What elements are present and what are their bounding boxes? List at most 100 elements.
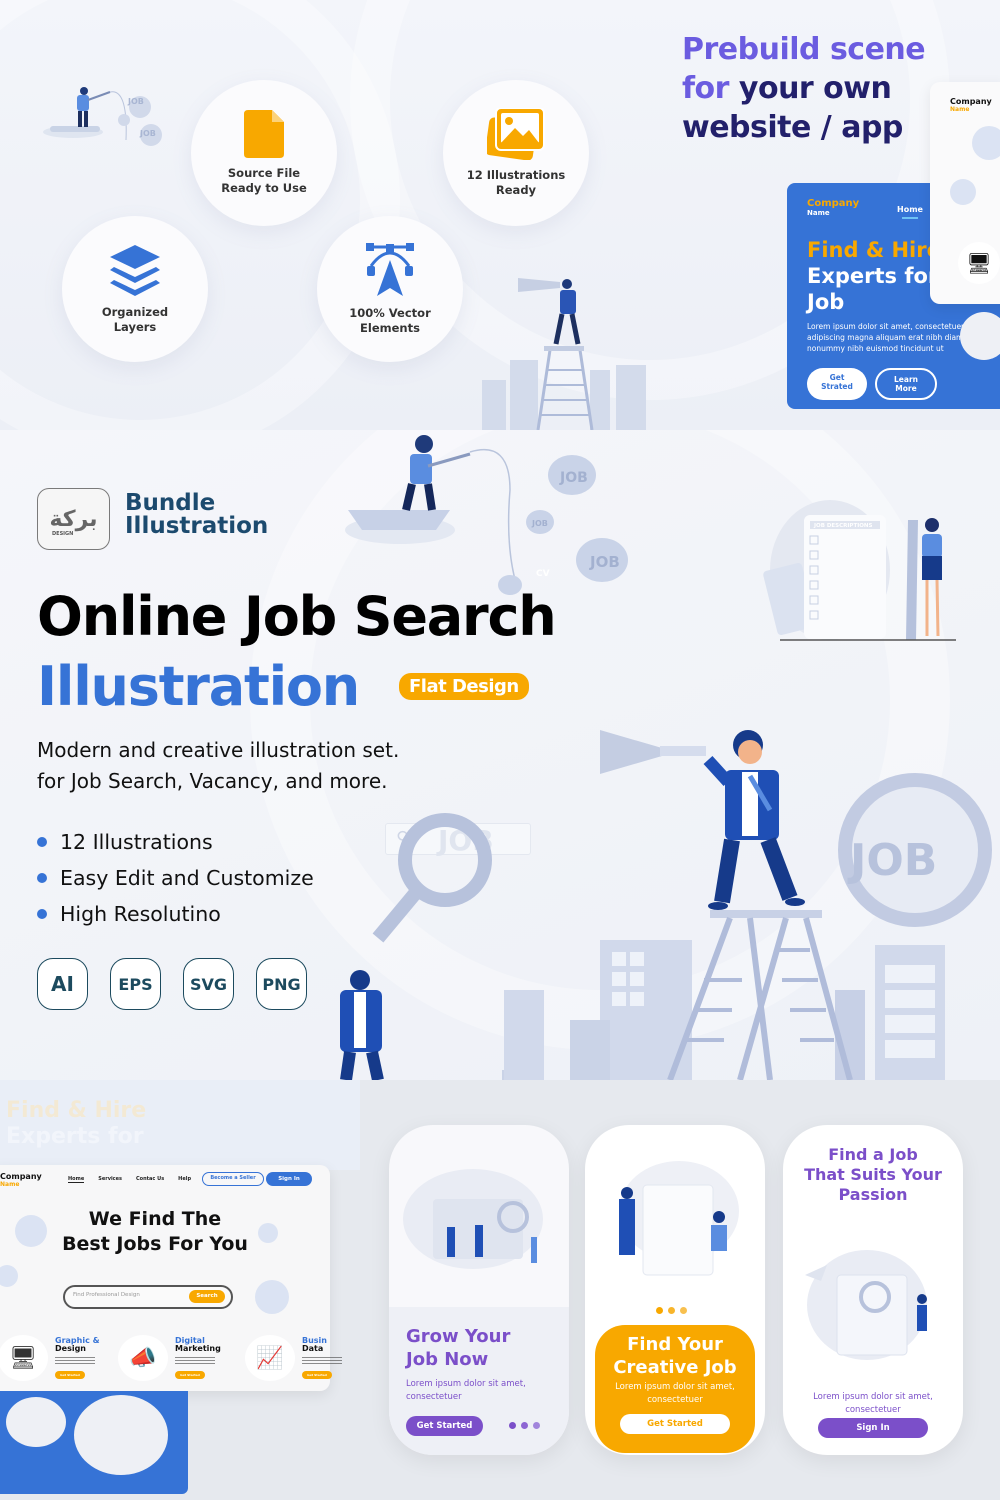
- faded-hero-background: Find & Hire Experts for: [0, 1080, 360, 1170]
- get-started-button[interactable]: Get Strated: [807, 368, 867, 400]
- nav-item-services[interactable]: Services: [98, 1176, 122, 1183]
- mini-illustration: [6, 1397, 66, 1447]
- website-title: We Find The Best Jobs For You: [40, 1207, 270, 1257]
- brand-logo-sub: DESIGN: [52, 531, 74, 537]
- search-button[interactable]: Search: [189, 1290, 225, 1303]
- background-swirl: [0, 0, 400, 430]
- job-magnifier-label: JOB: [847, 835, 937, 886]
- category-description: [175, 1357, 215, 1365]
- bullet-item: 12 Illustrations: [37, 824, 314, 860]
- feature-label: 12 Illustrations: [466, 168, 566, 182]
- layers-icon: [110, 245, 160, 296]
- job-fish-label: JOB: [139, 129, 156, 138]
- brand-logo: بركة DESIGN: [37, 488, 110, 550]
- category-get-started-button[interactable]: Get Started: [302, 1371, 332, 1379]
- bar-chart-icon: 📈: [245, 1335, 295, 1381]
- bullet-item: High Resolutino: [37, 896, 314, 932]
- page-dot[interactable]: [656, 1307, 663, 1314]
- phone-title-line: That Suits Your: [804, 1165, 942, 1184]
- search-placeholder: Find Professional Design: [73, 1292, 140, 1298]
- nav-home-link[interactable]: Home: [897, 205, 923, 219]
- nav-item-help[interactable]: Help: [178, 1176, 191, 1183]
- side-preview-card: Company Name 🖥: [930, 82, 1000, 304]
- team-illustration: [403, 1169, 543, 1269]
- format-badge-eps: EPS: [110, 958, 161, 1010]
- phone-body-line: Lorem ipsum dolor sit amet,: [406, 1379, 526, 1389]
- category-subtitle: Data: [302, 1344, 324, 1353]
- phone-title-line: Creative Job: [613, 1357, 737, 1378]
- phone-body: Lorem ipsum dolor sit amet, consectetuer: [595, 1381, 755, 1407]
- features-section: JOB JOB Source File Ready to Use 12 Illu…: [0, 0, 1000, 430]
- phone-body: Lorem ipsum dolor sit amet, consectetuer: [406, 1378, 526, 1404]
- hero-section: بركة DESIGN Bundle Illustration JOB JOB …: [0, 430, 1000, 1080]
- phone-title: Grow Your Job Now: [406, 1325, 510, 1371]
- phone-title-line: Find Your: [627, 1334, 723, 1355]
- website-mockup: Company Name Home Services Contac Us Hel…: [0, 1165, 342, 1391]
- category-get-started-button[interactable]: Get Started: [55, 1371, 85, 1379]
- feature-label: Layers: [113, 320, 157, 334]
- search-input[interactable]: Find Professional Design Search: [63, 1285, 233, 1309]
- monitor-brush-icon: 🖥: [0, 1335, 48, 1381]
- category-get-started-button[interactable]: Get Started: [175, 1371, 205, 1379]
- feature-label: Ready to Use: [221, 181, 307, 195]
- feature-label: Elements: [360, 321, 420, 335]
- category-subtitle: Marketing: [175, 1344, 221, 1353]
- fishing-man-illustration: JOB JOB JOB CV: [345, 435, 628, 595]
- job-search-illustration: [805, 1250, 927, 1360]
- pagination-dots: [509, 1422, 540, 1429]
- phone-mockup-passion: Find a Job That Suits Your Passion Lorem…: [783, 1125, 963, 1455]
- nav-item-home[interactable]: Home: [68, 1176, 85, 1183]
- phone-body-line: consectetuer: [647, 1395, 703, 1405]
- learn-more-button[interactable]: Learn More: [875, 368, 937, 400]
- phone-body-line: consectetuer: [845, 1405, 901, 1415]
- bundle-title: Bundle Illustration: [125, 492, 268, 538]
- become-seller-button[interactable]: Become a Seller: [202, 1172, 264, 1186]
- prebuild-line3: website / app: [682, 110, 903, 145]
- prebuild-line2: your own: [728, 71, 892, 106]
- phone-body-line: Lorem ipsum dolor sit amet,: [813, 1392, 933, 1402]
- page-dot[interactable]: [533, 1422, 540, 1429]
- nav-item-contact[interactable]: Contac Us: [136, 1176, 164, 1183]
- feature-source-file: Source File Ready to Use: [191, 80, 337, 226]
- avatar: [972, 126, 1000, 160]
- bundle-line2: Illustration: [125, 513, 269, 539]
- company-logo: Company Name: [0, 1173, 42, 1189]
- category-description: [55, 1357, 95, 1365]
- feature-bullets: 12 Illustrations Easy Edit and Customize…: [37, 824, 314, 932]
- interview-illustration: [619, 1161, 739, 1276]
- page-dot[interactable]: [668, 1307, 675, 1314]
- page-dot[interactable]: [680, 1307, 687, 1314]
- sign-in-button[interactable]: Sign In: [818, 1418, 928, 1438]
- sign-in-button[interactable]: Sign In: [266, 1172, 312, 1186]
- vector-pen-icon: [366, 243, 414, 296]
- bundle-line1: Bundle: [125, 490, 216, 516]
- company-logo-text: Company: [0, 1172, 42, 1181]
- mini-illustration: [960, 312, 1000, 360]
- page-dot[interactable]: [521, 1422, 528, 1429]
- feature-illustrations: 12 Illustrations Ready: [443, 80, 589, 226]
- phone-title: Find Your Creative Job: [595, 1333, 755, 1379]
- phone-mockup-grow-job: Grow Your Job Now Lorem ipsum dolor sit …: [389, 1125, 569, 1455]
- job-fish-label: JOB: [127, 97, 144, 106]
- pagination-dots: [656, 1307, 687, 1314]
- phone-title: Find a Job That Suits Your Passion: [783, 1145, 963, 1205]
- feature-vector: 100% Vector Elements: [317, 216, 463, 362]
- job-description-illustration: JOB DESCRIPTIONS: [763, 500, 956, 641]
- website-title-line1: We Find The: [88, 1208, 222, 1230]
- main-title: Online Job Search: [37, 585, 557, 648]
- page-dot[interactable]: [509, 1422, 516, 1429]
- faded-hero-text: Find & Hire: [6, 1098, 147, 1123]
- feature-label: Ready: [495, 183, 537, 197]
- phone-title-line: Find a Job: [828, 1145, 918, 1164]
- bullet-dot-icon: [37, 873, 47, 883]
- company-logo-subtext: Name: [950, 106, 970, 113]
- avatar: [0, 1265, 18, 1287]
- megaphone-icon: 📣: [118, 1335, 168, 1381]
- get-started-button[interactable]: Get Started: [620, 1414, 730, 1434]
- monitor-brush-icon: 🖥: [958, 242, 1000, 284]
- prebuild-line1: Prebuild scene: [682, 32, 926, 67]
- job-fish-icons: JOB JOB: [127, 97, 156, 138]
- get-started-button[interactable]: Get Started: [406, 1416, 483, 1436]
- feature-layers: Organized Layers: [62, 216, 208, 362]
- job-fish-label: JOB: [559, 470, 588, 486]
